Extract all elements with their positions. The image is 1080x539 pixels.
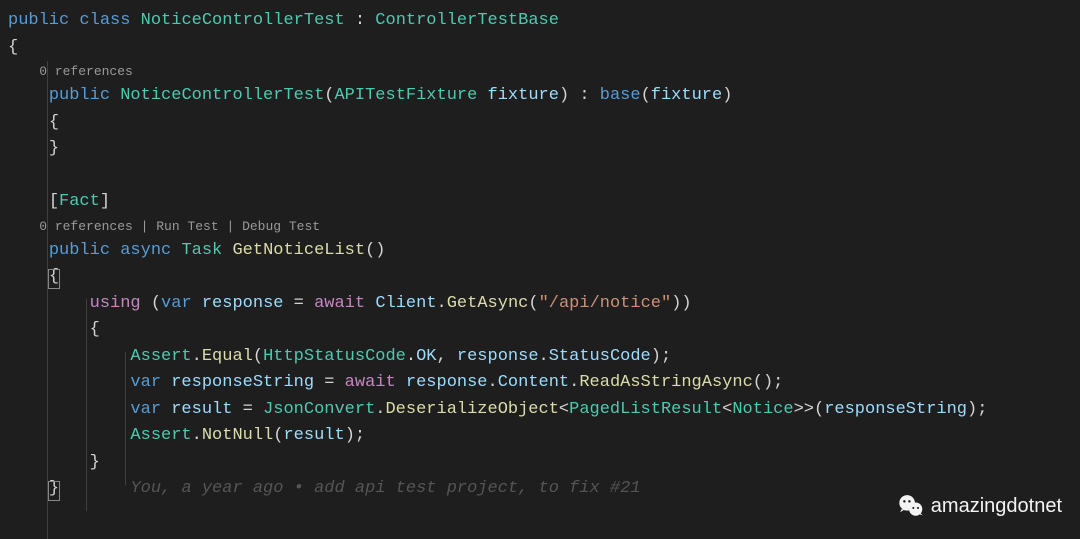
code-line: using (var response = await Client.GetAs… <box>8 291 1080 318</box>
method-name: GetNoticeList <box>232 241 365 260</box>
base-class: ControllerTestBase <box>375 11 559 30</box>
code-line: var result = JsonConvert.DeserializeObje… <box>8 397 1080 424</box>
code-line: } <box>8 136 1080 163</box>
code-line: var responseString = await response.Cont… <box>8 370 1080 397</box>
gitlens-annotation[interactable]: You, a year ago • add api test project, … <box>130 479 640 498</box>
code-line: } <box>8 450 1080 477</box>
matched-brace: } <box>49 479 59 498</box>
code-line <box>8 163 1080 190</box>
code-line: { <box>8 317 1080 344</box>
codelens-debug-test[interactable]: Debug Test <box>242 219 320 234</box>
watermark-text: amazingdotnet <box>931 495 1062 518</box>
codelens-line: 0 references <box>8 61 1080 83</box>
keyword-class: class <box>79 11 130 30</box>
attribute-fact: Fact <box>59 192 100 211</box>
codelens-references[interactable]: 0 references <box>39 64 133 79</box>
watermark: amazingdotnet <box>897 492 1062 520</box>
wechat-icon <box>897 492 925 520</box>
matched-brace: { <box>49 267 59 286</box>
keyword-public: public <box>8 11 69 30</box>
code-line: [Fact] <box>8 189 1080 216</box>
code-line: { <box>8 35 1080 62</box>
code-line: public class NoticeControllerTest : Cont… <box>8 8 1080 35</box>
code-editor[interactable]: public class NoticeControllerTest : Cont… <box>8 8 1080 503</box>
codelens-run-test[interactable]: Run Test <box>156 219 218 234</box>
code-line: public async Task GetNoticeList() <box>8 238 1080 265</box>
code-line: Assert.Equal(HttpStatusCode.OK, response… <box>8 344 1080 371</box>
code-line: { <box>8 264 1080 291</box>
class-name: NoticeControllerTest <box>141 11 345 30</box>
codelens-references[interactable]: 0 references <box>39 219 133 234</box>
code-line: { <box>8 110 1080 137</box>
code-line: Assert.NotNull(result); <box>8 423 1080 450</box>
code-line: public NoticeControllerTest(APITestFixtu… <box>8 83 1080 110</box>
codelens-line: 0 references | Run Test | Debug Test <box>8 216 1080 238</box>
